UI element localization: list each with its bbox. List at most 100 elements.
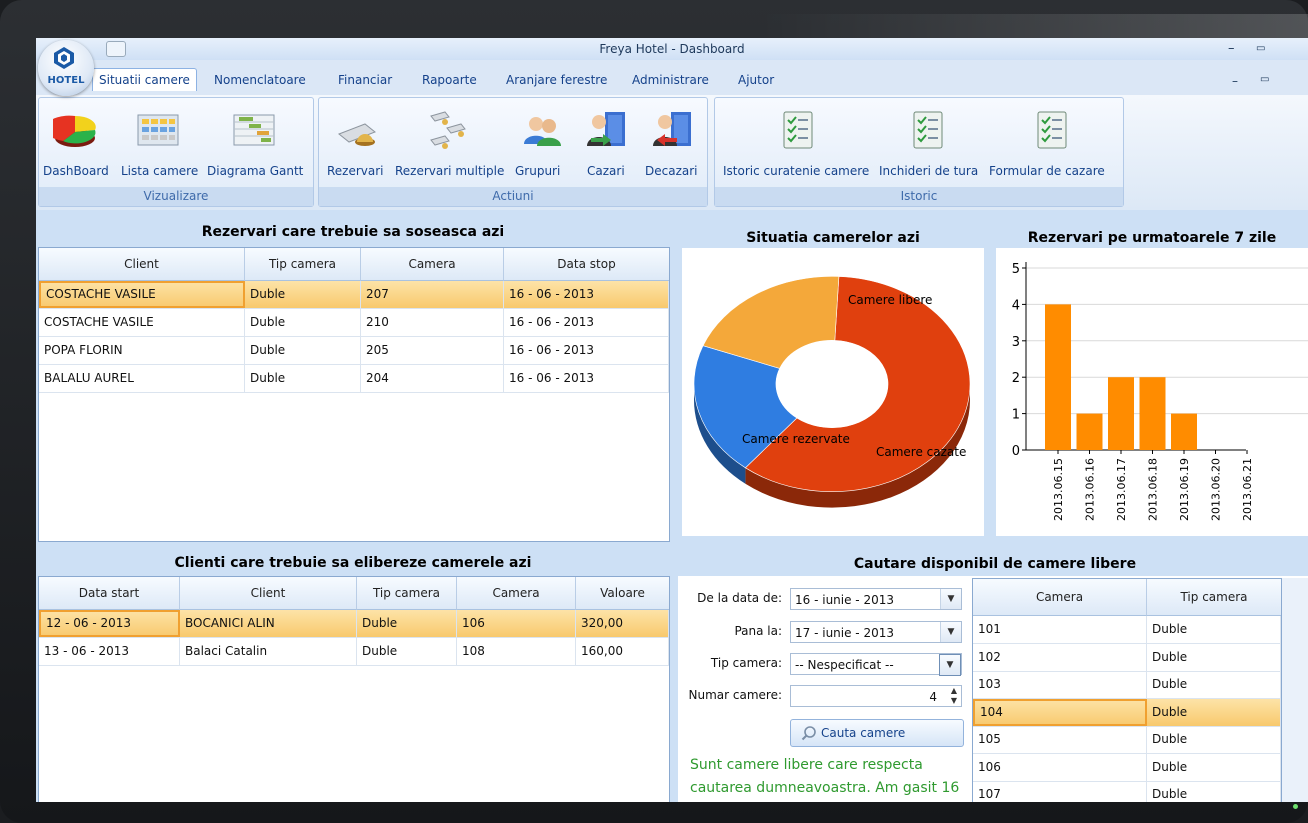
arrivals-col-client[interactable]: Client — [39, 248, 245, 281]
tab-rapoarte[interactable]: Rapoarte — [416, 69, 483, 91]
cell-camera[interactable]: 207 — [361, 281, 504, 308]
app-menu-button[interactable]: HOTEL — [38, 40, 94, 96]
cell-tip-camera[interactable]: Duble — [245, 281, 361, 308]
free-rooms-col-tip-camera[interactable]: Tip camera — [1147, 579, 1281, 616]
cell-tip-camera[interactable]: Duble — [245, 309, 361, 336]
departures-col-valoare[interactable]: Valoare — [576, 577, 669, 610]
minimize-icon[interactable]: – — [1228, 38, 1235, 60]
table-row[interactable]: 104 Duble — [973, 698, 1281, 727]
tab-administrare[interactable]: Administrare — [626, 69, 715, 91]
table-row[interactable]: 105 Duble — [973, 726, 1281, 754]
cell-client[interactable]: BOCANICI ALIN — [180, 610, 357, 637]
cell-data-start[interactable]: 13 - 06 - 2013 — [39, 638, 180, 665]
cell-data-start[interactable]: 12 - 06 - 2013 — [39, 610, 180, 637]
vertical-scrollbar[interactable] — [1282, 578, 1308, 802]
grupuri-button[interactable]: Grupuri — [509, 98, 571, 186]
rezervari-multiple-button[interactable]: Rezervari multiple — [393, 98, 507, 186]
cell-tip-camera[interactable]: Duble — [245, 365, 361, 392]
departures-col-camera[interactable]: Camera — [457, 577, 576, 610]
cell-camera[interactable]: 204 — [361, 365, 504, 392]
table-row[interactable]: COSTACHE VASILE Duble 210 16 - 06 - 2013 — [39, 309, 669, 337]
chevron-down-icon[interactable]: ▼ — [939, 654, 961, 676]
cell-tip-camera[interactable]: Duble — [1147, 698, 1281, 726]
table-row[interactable]: 13 - 06 - 2013 Balaci Catalin Duble 108 … — [39, 638, 669, 666]
room-type-select[interactable]: -- Nespecificat -- ▼ — [790, 653, 962, 676]
arrivals-col-data-stop[interactable]: Data stop — [504, 248, 669, 281]
free-rooms-col-camera[interactable]: Camera — [973, 579, 1147, 616]
table-row[interactable]: 102 Duble — [973, 643, 1281, 672]
stepper-arrows-icon[interactable]: ▲ ▼ — [951, 686, 957, 706]
departures-grid[interactable]: Data start Client Tip camera Camera Valo… — [38, 576, 670, 802]
cell-camera[interactable]: 103 — [973, 671, 1147, 698]
tab-ajutor[interactable]: Ajutor — [732, 69, 780, 91]
from-date-picker[interactable]: 16 - iunie - 2013 ▼ — [790, 588, 962, 610]
cell-camera[interactable]: 105 — [973, 726, 1147, 753]
departures-col-client[interactable]: Client — [180, 577, 357, 610]
cell-camera[interactable]: 210 — [361, 309, 504, 336]
tab-financiar[interactable]: Financiar — [332, 69, 398, 91]
table-row[interactable]: BALALU AUREL Duble 204 16 - 06 - 2013 — [39, 365, 669, 393]
to-date-picker[interactable]: 17 - iunie - 2013 ▼ — [790, 621, 962, 643]
table-row[interactable]: 103 Duble — [973, 671, 1281, 699]
cell-tip-camera[interactable]: Duble — [357, 610, 457, 637]
rezervari-button[interactable]: Rezervari — [323, 98, 393, 186]
cell-tip-camera[interactable]: Duble — [1147, 616, 1281, 643]
mdi-restore-icon[interactable]: ▭ — [1260, 74, 1269, 85]
table-row[interactable]: 12 - 06 - 2013 BOCANICI ALIN Duble 106 3… — [39, 610, 669, 638]
cazari-button[interactable]: Cazari — [573, 98, 639, 186]
tab-nomenclatoare[interactable]: Nomenclatoare — [208, 69, 312, 91]
cell-valoare[interactable]: 160,00 — [576, 638, 669, 665]
cell-client[interactable]: COSTACHE VASILE — [39, 309, 245, 336]
maximize-icon[interactable]: ▭ — [1256, 38, 1265, 60]
mdi-minimize-icon[interactable]: – — [1232, 74, 1238, 88]
lista-camere-button[interactable]: Lista camere — [119, 98, 201, 186]
table-row[interactable]: POPA FLORIN Duble 205 16 - 06 - 2013 — [39, 337, 669, 365]
table-row[interactable]: 106 Duble — [973, 753, 1281, 782]
cell-tip-camera[interactable]: Duble — [1147, 726, 1281, 753]
cell-client[interactable]: POPA FLORIN — [39, 337, 245, 364]
cell-camera[interactable]: 205 — [361, 337, 504, 364]
cell-client[interactable]: Balaci Catalin — [180, 638, 357, 665]
table-row[interactable]: COSTACHE VASILE Duble 207 16 - 06 - 2013 — [39, 281, 669, 309]
cell-tip-camera[interactable]: Duble — [1147, 753, 1281, 781]
table-row[interactable]: 101 Duble — [973, 616, 1281, 644]
cell-tip-camera[interactable]: Duble — [357, 638, 457, 665]
cell-camera[interactable]: 104 — [973, 698, 1147, 726]
cell-camera[interactable]: 106 — [973, 753, 1147, 781]
cell-camera[interactable]: 101 — [973, 616, 1147, 643]
chevron-down-icon[interactable]: ▼ — [940, 622, 961, 642]
room-count-stepper[interactable]: 4 ▲ ▼ — [790, 685, 962, 707]
cell-client[interactable]: BALALU AUREL — [39, 365, 245, 392]
cell-data-stop[interactable]: 16 - 06 - 2013 — [504, 309, 669, 336]
quick-access-toolbar[interactable] — [106, 41, 126, 57]
table-row[interactable]: 107 Duble — [973, 781, 1281, 802]
cell-tip-camera[interactable]: Duble — [1147, 671, 1281, 698]
cell-tip-camera[interactable]: Duble — [1147, 643, 1281, 671]
free-rooms-grid[interactable]: Camera Tip camera 101 Duble 102 Duble 103 Dub… — [972, 578, 1282, 802]
cell-data-stop[interactable]: 16 - 06 - 2013 — [504, 281, 669, 308]
departures-col-data-start[interactable]: Data start — [39, 577, 180, 610]
dashboard-button[interactable]: DashBoard — [39, 98, 115, 186]
cell-tip-camera[interactable]: Duble — [245, 337, 361, 364]
inchideri-de-tura-button[interactable]: Inchideri de tura — [875, 98, 983, 186]
cell-valoare[interactable]: 320,00 — [576, 610, 669, 637]
arrivals-col-camera[interactable]: Camera — [361, 248, 504, 281]
tab-aranjare-ferestre[interactable]: Aranjare ferestre — [500, 69, 613, 91]
istoric-curatenie-button[interactable]: Istoric curatenie camere — [719, 98, 875, 186]
cell-camera[interactable]: 102 — [973, 643, 1147, 671]
cell-camera[interactable]: 106 — [457, 610, 576, 637]
cell-tip-camera[interactable]: Duble — [1147, 781, 1281, 802]
arrivals-col-tip-camera[interactable]: Tip camera — [245, 248, 361, 281]
cell-data-stop[interactable]: 16 - 06 - 2013 — [504, 365, 669, 392]
diagrama-gantt-button[interactable]: Diagrama Gantt — [205, 98, 309, 186]
search-rooms-button[interactable]: Cauta camere — [790, 719, 964, 747]
cell-camera[interactable]: 108 — [457, 638, 576, 665]
chevron-down-icon[interactable]: ▼ — [940, 589, 961, 609]
formular-de-cazare-button[interactable]: Formular de cazare — [985, 98, 1119, 186]
departures-col-tip-camera[interactable]: Tip camera — [357, 577, 457, 610]
cell-data-stop[interactable]: 16 - 06 - 2013 — [504, 337, 669, 364]
cell-camera[interactable]: 107 — [973, 781, 1147, 802]
decazari-button[interactable]: Decazari — [641, 98, 703, 186]
arrivals-grid[interactable]: Client Tip camera Camera Data stop COSTA… — [38, 247, 670, 542]
cell-client[interactable]: COSTACHE VASILE — [39, 281, 245, 308]
